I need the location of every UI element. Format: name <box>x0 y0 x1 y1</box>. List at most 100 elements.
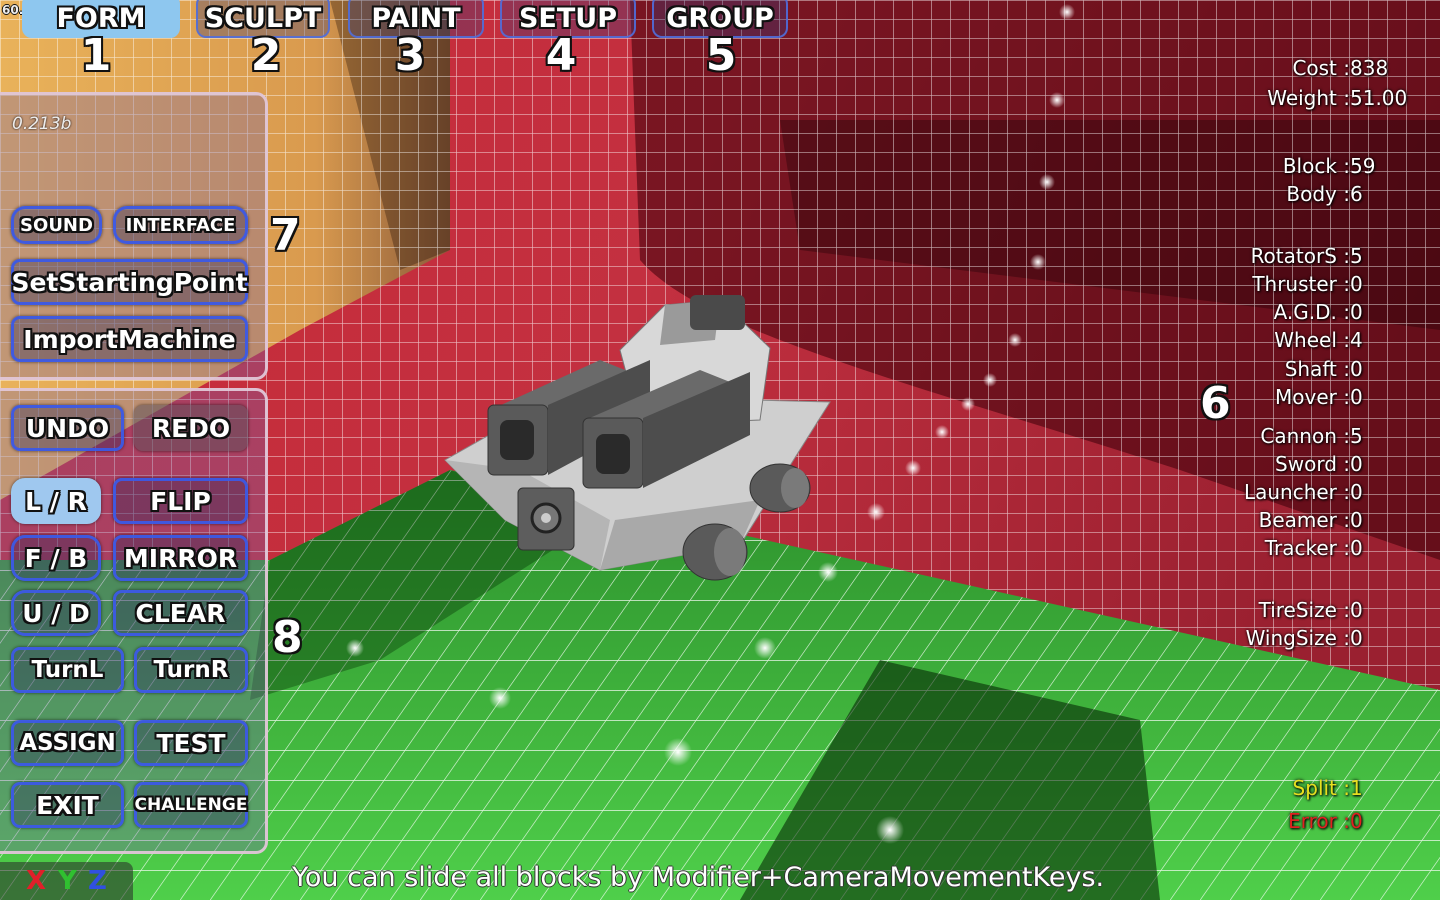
tab-group-number: 5 <box>705 30 737 81</box>
assign-label: ASSIGN <box>19 730 116 756</box>
stat-beamer: Beamer :0 <box>1259 508 1363 532</box>
stat-agd-value: 0 <box>1350 300 1363 324</box>
stat-weight-label: Weight : <box>1267 86 1350 110</box>
stat-error-label: Error : <box>1288 809 1350 833</box>
redo-button[interactable]: REDO <box>134 405 248 451</box>
stat-error: Error :0 <box>1288 809 1363 833</box>
turn-right-button[interactable]: TurnR <box>134 647 248 693</box>
test-label: TEST <box>156 728 226 758</box>
stat-split: Split :1 <box>1293 776 1363 800</box>
stat-wingsize-value: 0 <box>1350 626 1363 650</box>
stat-wingsize: WingSize :0 <box>1246 626 1363 650</box>
stat-error-value: 0 <box>1350 809 1363 833</box>
tab-paint-number: 3 <box>394 30 426 81</box>
clear-button[interactable]: CLEAR <box>113 590 248 636</box>
stat-block-label: Block : <box>1282 154 1350 178</box>
import-machine-label: ImportMachine <box>23 324 236 354</box>
redo-label: REDO <box>151 413 231 443</box>
test-button[interactable]: TEST <box>134 720 248 766</box>
stat-wingsize-label: WingSize : <box>1245 626 1350 650</box>
lr-label: L / R <box>25 486 87 516</box>
stat-split-label: Split : <box>1292 776 1350 800</box>
stat-sword-label: Sword : <box>1275 452 1350 476</box>
fb-toggle-button[interactable]: F / B <box>11 535 101 581</box>
stat-tiresize-label: TireSize : <box>1258 598 1350 622</box>
interface-button-label: INTERFACE <box>125 214 236 236</box>
stat-mover: Mover :0 <box>1275 385 1363 409</box>
stat-cannon: Cannon :5 <box>1260 424 1363 448</box>
stat-tracker: Tracker :0 <box>1265 536 1363 560</box>
stat-wheel: Wheel :4 <box>1274 328 1362 352</box>
axis-x-label: X <box>26 866 47 896</box>
callout-8: 8 <box>272 612 303 663</box>
stat-beamer-value: 0 <box>1350 508 1363 532</box>
stat-mover-label: Mover : <box>1275 385 1350 409</box>
stat-sword-value: 0 <box>1350 452 1363 476</box>
turnl-label: TurnL <box>31 657 104 683</box>
hint-text: You can slide all blocks by Modifier+Cam… <box>292 862 1105 893</box>
axis-indicator: X Y Z <box>0 862 133 900</box>
stat-block-value: 59 <box>1350 154 1376 178</box>
stat-split-value: 1 <box>1350 776 1363 800</box>
stat-cost: Cost :838 <box>1292 56 1389 80</box>
import-machine-button[interactable]: ImportMachine <box>11 316 248 362</box>
ud-toggle-button[interactable]: U / D <box>11 590 101 636</box>
tab-sculpt-number: 2 <box>250 30 282 81</box>
stat-rotators-value: 5 <box>1350 244 1363 268</box>
stat-tracker-label: Tracker : <box>1264 536 1350 560</box>
stat-cannon-value: 5 <box>1350 424 1363 448</box>
tab-setup-number: 4 <box>545 30 577 81</box>
sound-button-label: SOUND <box>20 214 93 236</box>
exit-button[interactable]: EXIT <box>11 782 124 828</box>
callout-7: 7 <box>270 210 301 261</box>
undo-label: UNDO <box>25 413 110 443</box>
mirror-button[interactable]: MIRROR <box>113 535 248 581</box>
ud-label: U / D <box>22 598 90 628</box>
interface-button[interactable]: INTERFACE <box>113 206 248 244</box>
stat-thruster-value: 0 <box>1350 272 1363 296</box>
stat-cost-label: Cost : <box>1292 56 1350 80</box>
stat-tracker-value: 0 <box>1350 536 1363 560</box>
stat-block: Block :59 <box>1283 154 1376 178</box>
set-starting-point-button[interactable]: SetStartingPoint <box>11 259 248 305</box>
flip-button[interactable]: FLIP <box>113 478 248 524</box>
stat-shaft: Shaft :0 <box>1285 357 1363 381</box>
stat-cost-value: 838 <box>1350 56 1389 80</box>
stat-body-value: 6 <box>1350 182 1363 206</box>
clear-label: CLEAR <box>135 598 226 628</box>
version-label: 0.213b <box>12 114 72 134</box>
stat-launcher-label: Launcher : <box>1243 480 1350 504</box>
stat-weight-value: 51.00 <box>1350 86 1408 110</box>
assign-button[interactable]: ASSIGN <box>11 720 124 766</box>
challenge-button[interactable]: CHALLENGE <box>134 782 248 828</box>
challenge-label: CHALLENGE <box>134 795 248 815</box>
fb-label: F / B <box>24 543 88 573</box>
stat-agd-label: A.G.D. : <box>1273 300 1350 324</box>
turn-left-button[interactable]: TurnL <box>11 647 124 693</box>
stat-shaft-value: 0 <box>1350 357 1363 381</box>
stat-body: Body :6 <box>1286 182 1363 206</box>
turnr-label: TurnR <box>153 657 229 683</box>
exit-label: EXIT <box>36 790 99 820</box>
stat-thruster: Thruster :0 <box>1252 272 1363 296</box>
stat-wheel-label: Wheel : <box>1274 328 1350 352</box>
axis-z-label: Z <box>88 866 107 896</box>
tab-form-number: 1 <box>80 30 112 81</box>
set-starting-point-label: SetStartingPoint <box>11 267 248 297</box>
stat-cannon-label: Cannon : <box>1260 424 1350 448</box>
stat-weight: Weight :51.00 <box>1267 86 1408 110</box>
mirror-label: MIRROR <box>123 543 238 573</box>
stat-launcher: Launcher :0 <box>1244 480 1363 504</box>
stat-rotators: RotatorS :5 <box>1251 244 1363 268</box>
stat-sword: Sword :0 <box>1275 452 1363 476</box>
axis-y-label: Y <box>58 866 77 896</box>
stat-thruster-label: Thruster : <box>1252 272 1350 296</box>
sound-button[interactable]: SOUND <box>11 206 102 244</box>
callout-6: 6 <box>1200 378 1231 429</box>
stat-launcher-value: 0 <box>1350 480 1363 504</box>
stat-shaft-label: Shaft : <box>1284 357 1350 381</box>
lr-toggle-button[interactable]: L / R <box>11 478 101 524</box>
stat-body-label: Body : <box>1286 182 1350 206</box>
stat-mover-value: 0 <box>1350 385 1363 409</box>
undo-button[interactable]: UNDO <box>11 405 124 451</box>
